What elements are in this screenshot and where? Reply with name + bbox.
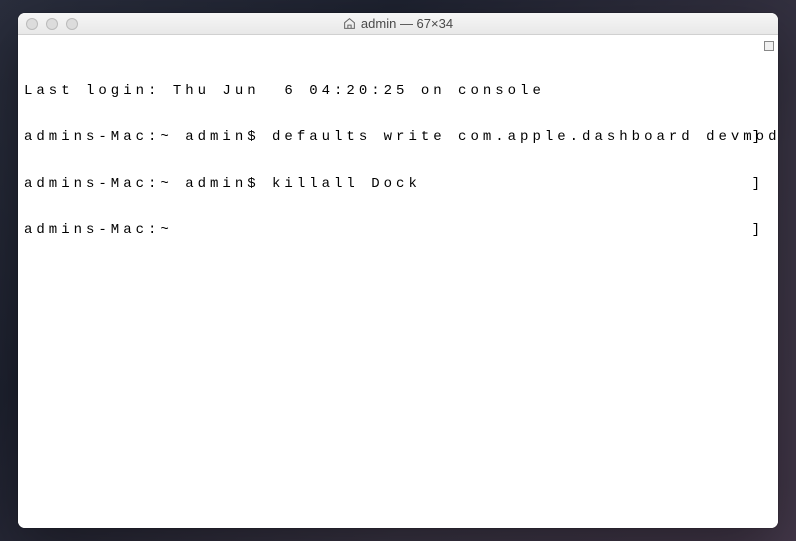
terminal-line: admins-Mac:~ admin$ killall Dock] [24, 177, 772, 192]
home-icon [343, 17, 356, 30]
scrollbar-indicator [764, 41, 774, 51]
window-title: admin — 67×34 [361, 16, 453, 31]
terminal-output[interactable]: Last login: Thu Jun 6 04:20:25 on consol… [18, 35, 778, 528]
terminal-text: admins-Mac:~ admin$ killall Dock [24, 176, 421, 192]
terminal-window: admin — 67×34 Last login: Thu Jun 6 04:2… [18, 13, 778, 528]
traffic-lights [26, 18, 78, 30]
terminal-line: Last login: Thu Jun 6 04:20:25 on consol… [24, 84, 772, 99]
minimize-button[interactable] [46, 18, 58, 30]
line-continuation-bracket: ] [752, 130, 764, 145]
line-continuation-bracket: ] [752, 177, 764, 192]
terminal-text: admins-Mac:~ [24, 222, 185, 238]
terminal-text: admins-Mac:~ admin$ defaults write com.a… [24, 129, 778, 145]
window-title-container: admin — 67×34 [18, 16, 778, 31]
titlebar[interactable]: admin — 67×34 [18, 13, 778, 35]
terminal-text: Last login: Thu Jun 6 04:20:25 on consol… [24, 83, 545, 99]
terminal-line: admins-Mac:~ ] [24, 223, 772, 238]
maximize-button[interactable] [66, 18, 78, 30]
terminal-line: admins-Mac:~ admin$ defaults write com.a… [24, 130, 772, 145]
line-continuation-bracket: ] [752, 223, 764, 238]
close-button[interactable] [26, 18, 38, 30]
